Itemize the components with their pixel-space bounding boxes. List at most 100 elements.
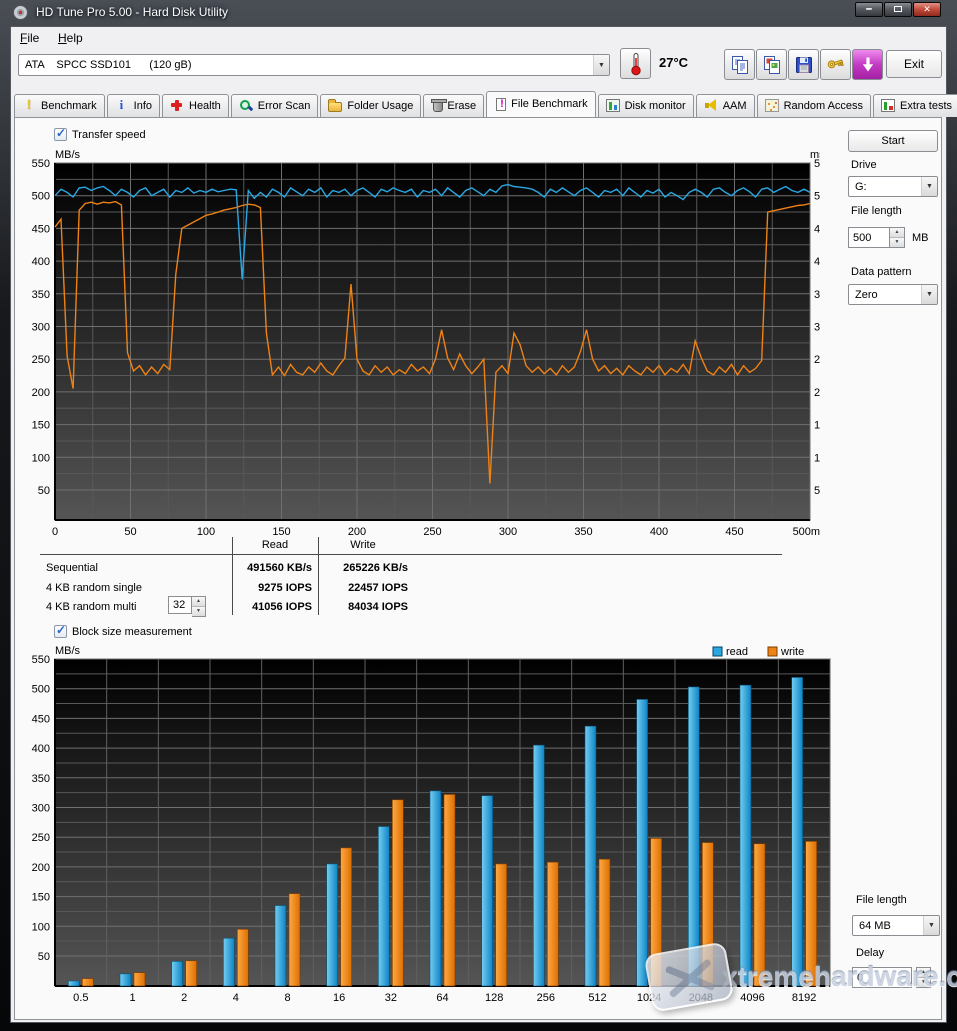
tab-folder-usage[interactable]: Folder Usage bbox=[320, 94, 421, 117]
thermometer-icon bbox=[624, 51, 648, 77]
svg-text:40: 40 bbox=[814, 256, 820, 268]
svg-text:350: 350 bbox=[32, 289, 50, 301]
random-single-write-value: 22457 IOPS bbox=[322, 582, 408, 594]
data-pattern-combo[interactable]: Zero ▼ bbox=[848, 284, 938, 305]
read-bar-0.5 bbox=[68, 981, 79, 986]
info-icon bbox=[115, 99, 129, 112]
read-column-header: Read bbox=[232, 539, 318, 551]
spin-down-icon[interactable]: ▼ bbox=[192, 606, 205, 616]
svg-text:0.5: 0.5 bbox=[73, 992, 88, 1004]
transfer-speed-checkbox[interactable]: ✓ Transfer speed bbox=[54, 128, 146, 141]
svg-text:100: 100 bbox=[32, 452, 50, 464]
y-axis-title: MB/s bbox=[55, 645, 81, 657]
xtremehardware-logo-icon bbox=[644, 941, 735, 1012]
svg-text:250: 250 bbox=[32, 354, 50, 366]
svg-text:4: 4 bbox=[233, 992, 239, 1004]
checkbox-box: ✓ bbox=[54, 128, 67, 141]
tab-label: Health bbox=[189, 100, 221, 112]
read-bar-4096 bbox=[740, 685, 751, 986]
read-bar-1 bbox=[120, 974, 131, 986]
maximize-button[interactable] bbox=[884, 2, 912, 17]
random-access-icon bbox=[765, 99, 779, 112]
svg-text:150: 150 bbox=[32, 892, 50, 904]
exit-button[interactable]: Exit bbox=[886, 50, 942, 78]
sequential-write-value: 265226 KB/s bbox=[322, 562, 408, 574]
drive-value: G: bbox=[849, 181, 921, 193]
svg-text:8: 8 bbox=[284, 992, 290, 1004]
svg-text:300: 300 bbox=[32, 803, 50, 815]
tab-health[interactable]: Health bbox=[162, 94, 229, 117]
tab-erase[interactable]: Erase bbox=[423, 94, 484, 117]
svg-text:350: 350 bbox=[32, 773, 50, 785]
tab-label: Extra tests bbox=[900, 100, 952, 112]
tab-aam[interactable]: AAM bbox=[696, 94, 755, 117]
save-button[interactable] bbox=[788, 49, 819, 80]
tab-info[interactable]: Info bbox=[107, 94, 160, 117]
block-size-checkbox[interactable]: ✓ Block size measurement bbox=[54, 625, 192, 638]
svg-text:50: 50 bbox=[814, 191, 820, 203]
read-bar-512 bbox=[585, 726, 596, 986]
title-bar[interactable]: HD Tune Pro 5.00 - Hard Disk Utility ━ ✕ bbox=[0, 0, 957, 26]
grid-lines bbox=[55, 163, 810, 520]
read-bar-32 bbox=[378, 827, 389, 986]
spin-up-icon[interactable]: ▲ bbox=[890, 228, 904, 237]
maximize-icon bbox=[894, 6, 902, 12]
checkbox-label: Transfer speed bbox=[72, 129, 146, 141]
close-button[interactable]: ✕ bbox=[913, 2, 941, 17]
tab-disk-monitor[interactable]: Disk monitor bbox=[598, 94, 694, 117]
svg-text:32: 32 bbox=[385, 992, 397, 1004]
spin-down-icon[interactable]: ▼ bbox=[890, 237, 904, 247]
file-length-spinner[interactable]: ▲▼ bbox=[848, 227, 905, 248]
svg-text:500: 500 bbox=[32, 684, 50, 696]
svg-text:300: 300 bbox=[32, 322, 50, 334]
window-title: HD Tune Pro 5.00 - Hard Disk Utility bbox=[36, 5, 228, 19]
spinner-arrows[interactable]: ▲▼ bbox=[890, 227, 905, 248]
capture-button[interactable] bbox=[852, 49, 883, 80]
start-button[interactable]: Start bbox=[848, 130, 938, 152]
minimize-button[interactable]: ━ bbox=[855, 2, 883, 17]
spin-up-icon[interactable]: ▲ bbox=[192, 597, 205, 606]
options-button[interactable] bbox=[820, 49, 851, 80]
table-divider bbox=[318, 537, 319, 615]
temperature-button[interactable] bbox=[620, 48, 651, 79]
app-window: HD Tune Pro 5.00 - Hard Disk Utility ━ ✕… bbox=[0, 0, 957, 1031]
tab-label: Erase bbox=[447, 100, 476, 112]
drive-combo[interactable]: G: ▼ bbox=[848, 176, 938, 197]
copy-image-button[interactable] bbox=[756, 49, 787, 80]
menu-file[interactable]: File bbox=[14, 29, 45, 47]
svg-text:10: 10 bbox=[814, 452, 820, 464]
queue-depth-spinner[interactable]: ▲▼ bbox=[168, 596, 206, 617]
svg-text:550: 550 bbox=[32, 158, 50, 170]
health-icon bbox=[170, 99, 184, 112]
svg-text:50: 50 bbox=[38, 951, 50, 963]
block-file-length-combo[interactable]: 64 MB ▼ bbox=[852, 915, 940, 936]
keys-icon bbox=[825, 54, 847, 76]
queue-depth-input[interactable] bbox=[168, 596, 192, 614]
write-legend-swatch bbox=[768, 647, 777, 656]
tab-label: File Benchmark bbox=[511, 98, 587, 110]
tab-label: Random Access bbox=[784, 100, 863, 112]
tab-file-benchmark[interactable]: File Benchmark bbox=[486, 91, 595, 117]
tab-error-scan[interactable]: Error Scan bbox=[231, 94, 319, 117]
svg-text:45: 45 bbox=[814, 223, 820, 235]
copy-text-button[interactable] bbox=[724, 49, 755, 80]
folder-usage-icon bbox=[328, 102, 342, 112]
file-length-input[interactable] bbox=[848, 227, 890, 248]
svg-text:1: 1 bbox=[129, 992, 135, 1004]
watermark-text: xtremehardware.com bbox=[722, 961, 957, 993]
drive-select-combo[interactable]: ATA SPCC SSD101 (120 gB) ▼ bbox=[18, 54, 610, 76]
check-icon: ✓ bbox=[56, 623, 66, 637]
read-bar-2 bbox=[172, 961, 183, 986]
extra-tests-icon bbox=[881, 99, 895, 112]
row-label-random-multi: 4 KB random multi bbox=[46, 601, 136, 613]
file-benchmark-icon bbox=[496, 98, 506, 111]
drive-label: Drive bbox=[851, 159, 877, 171]
tab-benchmark[interactable]: Benchmark bbox=[14, 94, 105, 117]
tab-extra-tests[interactable]: Extra tests bbox=[873, 94, 957, 117]
menu-help[interactable]: Help bbox=[52, 29, 89, 47]
results-table: Read Write Sequential 491560 KB/s 265226… bbox=[40, 537, 785, 617]
benchmark-icon bbox=[22, 99, 36, 112]
tab-random-access[interactable]: Random Access bbox=[757, 94, 871, 117]
svg-text:250: 250 bbox=[32, 832, 50, 844]
spinner-arrows[interactable]: ▲▼ bbox=[192, 596, 206, 617]
